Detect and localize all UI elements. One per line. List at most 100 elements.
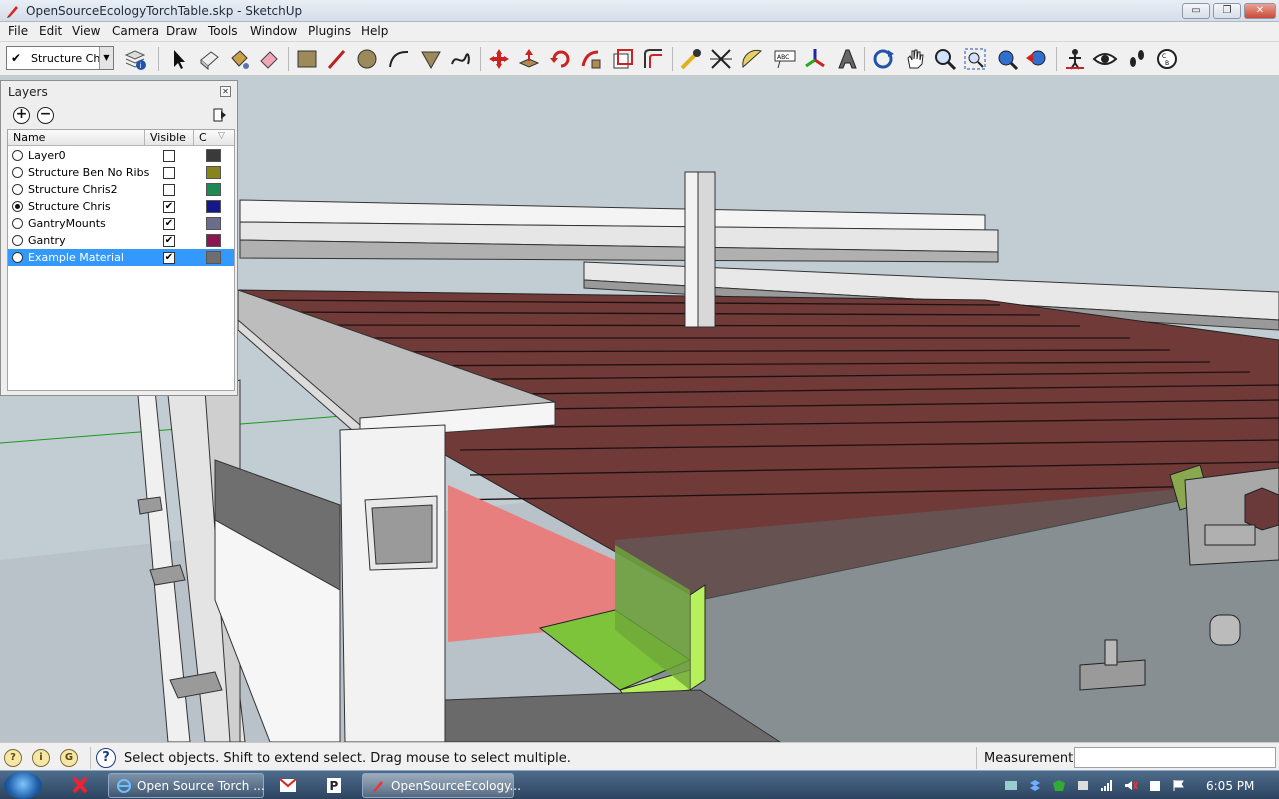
layer-visible-checkbox[interactable]: ✔ xyxy=(163,201,175,213)
taskbar-item-sketchup[interactable]: OpenSourceEcology... xyxy=(362,773,521,798)
column-header-color[interactable]: C xyxy=(199,131,207,144)
circle-icon[interactable] xyxy=(354,46,380,72)
menu-draw[interactable]: Draw xyxy=(162,24,201,38)
layer-name[interactable]: Structure Chris xyxy=(28,200,111,213)
layer-visible-checkbox[interactable]: ✔ xyxy=(163,235,175,247)
close-icon[interactable]: ✕ xyxy=(220,86,231,97)
dropbox-icon[interactable] xyxy=(1028,779,1042,792)
layer-name[interactable]: Example Material xyxy=(26,251,126,264)
position-camera-icon[interactable] xyxy=(1062,46,1088,72)
active-layer-radio[interactable] xyxy=(12,167,23,178)
layer-row[interactable]: Gantry ✔ xyxy=(8,232,234,249)
layer-name[interactable]: Gantry xyxy=(28,234,66,247)
menu-view[interactable]: View xyxy=(68,24,104,38)
axes-icon[interactable] xyxy=(802,46,828,72)
menu-file[interactable]: File xyxy=(4,24,32,38)
tape-measure-icon[interactable] xyxy=(678,46,704,72)
geo-location-icon[interactable]: ? xyxy=(4,749,22,767)
scale-icon[interactable] xyxy=(610,46,636,72)
layer-color-swatch[interactable] xyxy=(206,234,221,247)
menu-tools[interactable]: Tools xyxy=(204,24,242,38)
layer-row[interactable]: Structure Chris ✔ xyxy=(8,198,234,215)
make-component-icon[interactable] xyxy=(196,46,222,72)
signal-icon[interactable] xyxy=(1100,779,1114,792)
section-plane-icon[interactable]: CB xyxy=(1154,46,1180,72)
offset-icon[interactable] xyxy=(640,46,666,72)
layer-dropdown[interactable]: ✔ Structure Chris ▼ xyxy=(6,46,114,70)
start-button[interactable] xyxy=(4,772,42,799)
layer-name[interactable]: GantryMounts xyxy=(28,217,106,230)
arc-icon[interactable] xyxy=(386,46,412,72)
layer-color-swatch[interactable] xyxy=(206,183,221,196)
gmail-icon[interactable] xyxy=(272,774,304,797)
layer-color-swatch[interactable] xyxy=(206,166,221,179)
details-arrow-icon[interactable] xyxy=(213,107,227,123)
column-header-name[interactable]: Name xyxy=(13,131,45,144)
column-header-visible[interactable]: Visible xyxy=(150,131,186,144)
menu-help[interactable]: Help xyxy=(357,24,392,38)
layer-row[interactable]: Structure Chris2 xyxy=(8,181,234,198)
credits-icon[interactable]: i xyxy=(32,749,50,767)
eraser-icon[interactable] xyxy=(256,46,282,72)
layer-row[interactable]: Layer0 xyxy=(8,147,234,164)
volume-icon[interactable] xyxy=(1124,779,1138,792)
polygon-icon[interactable] xyxy=(418,46,444,72)
select-icon[interactable] xyxy=(166,46,192,72)
dimension-icon[interactable] xyxy=(708,46,734,72)
measurements-input[interactable] xyxy=(1074,747,1276,768)
layer-manager-icon[interactable]: i xyxy=(122,46,148,72)
active-layer-radio[interactable] xyxy=(12,201,23,212)
active-layer-radio[interactable] xyxy=(12,235,23,246)
zoom-extents-icon[interactable] xyxy=(994,46,1020,72)
user-icon[interactable]: G xyxy=(60,749,78,767)
look-around-icon[interactable] xyxy=(1092,46,1118,72)
menu-edit[interactable]: Edit xyxy=(35,24,66,38)
restore-button[interactable]: ❐ xyxy=(1213,3,1241,19)
menu-camera[interactable]: Camera xyxy=(108,24,163,38)
zoom-icon[interactable] xyxy=(932,46,958,72)
tray-app-icon[interactable] xyxy=(1004,779,1018,792)
action-center-flag-icon[interactable] xyxy=(1172,779,1186,792)
push-pull-icon[interactable] xyxy=(516,46,542,72)
freehand-icon[interactable] xyxy=(448,46,474,72)
3d-text-icon[interactable] xyxy=(834,46,860,72)
paint-bucket-icon[interactable] xyxy=(226,46,252,72)
rotate-icon[interactable] xyxy=(548,46,574,72)
tray-app-2-icon[interactable] xyxy=(1076,779,1090,792)
active-layer-radio[interactable] xyxy=(12,150,23,161)
layer-color-swatch[interactable] xyxy=(206,251,221,264)
layer-name[interactable]: Layer0 xyxy=(28,149,66,162)
layer-name[interactable]: Structure Ben No Ribs xyxy=(28,166,149,179)
layer-name[interactable]: Structure Chris2 xyxy=(28,183,118,196)
menu-plugins[interactable]: Plugins xyxy=(304,24,355,38)
help-icon[interactable]: ? xyxy=(96,748,116,768)
layer-visible-checkbox[interactable] xyxy=(163,167,175,179)
close-button[interactable]: ✕ xyxy=(1244,3,1276,19)
active-layer-radio[interactable] xyxy=(12,218,23,229)
layer-visible-checkbox[interactable]: ✔ xyxy=(163,218,175,230)
move-icon[interactable] xyxy=(486,46,512,72)
orbit-icon[interactable] xyxy=(870,46,896,72)
rectangle-icon[interactable] xyxy=(294,46,320,72)
security-icon[interactable] xyxy=(1052,779,1066,792)
layer-color-swatch[interactable] xyxy=(206,149,221,162)
layer-row[interactable]: Structure Ben No Ribs xyxy=(8,164,234,181)
pan-icon[interactable] xyxy=(902,46,928,72)
text-icon[interactable]: ABC xyxy=(772,46,798,72)
layer-visible-checkbox[interactable] xyxy=(163,150,175,162)
protractor-icon[interactable] xyxy=(740,46,766,72)
previous-view-icon[interactable] xyxy=(1024,46,1050,72)
layer-row[interactable]: Example Material ✔ xyxy=(8,249,234,266)
walk-icon[interactable] xyxy=(1124,46,1150,72)
pinned-app-icon[interactable] xyxy=(64,774,96,797)
layer-color-swatch[interactable] xyxy=(206,217,221,230)
remove-layer-button[interactable]: − xyxy=(37,107,54,124)
layer-color-swatch[interactable] xyxy=(206,200,221,213)
layer-row[interactable]: GantryMounts ✔ xyxy=(8,215,234,232)
minimize-button[interactable]: ▭ xyxy=(1182,3,1210,19)
active-layer-radio[interactable] xyxy=(12,252,23,263)
active-layer-radio[interactable] xyxy=(12,184,23,195)
add-layer-button[interactable]: + xyxy=(13,107,30,124)
follow-me-icon[interactable] xyxy=(578,46,604,72)
chevron-down-icon[interactable]: ▼ xyxy=(99,47,113,69)
